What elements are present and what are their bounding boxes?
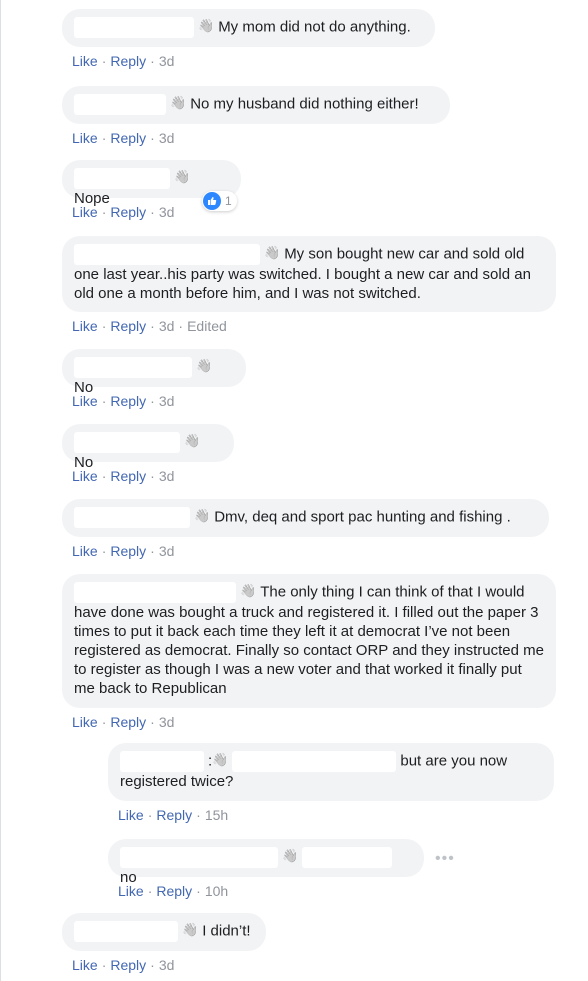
comment-actions: Like · Reply · 3d — [72, 130, 175, 146]
reply-link[interactable]: Reply — [110, 204, 146, 220]
comment-bubble: 👋 No my husband did nothing either! — [62, 86, 450, 124]
timestamp[interactable]: 3d — [159, 714, 175, 730]
timestamp[interactable]: 3d — [159, 53, 175, 69]
timestamp[interactable]: 10h — [205, 883, 228, 899]
comment-actions: Like · Reply · 15h — [118, 807, 229, 823]
timestamp[interactable]: 3d — [159, 318, 175, 334]
redacted-name — [74, 507, 190, 528]
comment: 👋Nope Like · Reply · 3d 1 — [62, 160, 241, 220]
comment-bubble: 👋No — [62, 424, 234, 471]
timestamp[interactable]: 15h — [205, 807, 228, 823]
timestamp[interactable]: 3d — [159, 468, 175, 484]
redacted-name — [74, 17, 194, 38]
reply-link[interactable]: Reply — [110, 318, 146, 334]
reaction-summary[interactable]: 1 — [202, 191, 237, 211]
like-link[interactable]: Like — [118, 807, 144, 823]
redacted-name — [120, 847, 278, 868]
comment: 👋 The only thing I can think of that I wo… — [62, 574, 556, 730]
waving-hand-icon: 👋 — [170, 95, 187, 111]
waving-hand-icon: 👋 — [194, 508, 211, 524]
waving-hand-icon: 👋 — [264, 245, 281, 261]
comment-bubble: 👋 Dmv, deq and sport pac hunting and fish… — [62, 499, 549, 537]
waving-hand-icon: 👋 — [196, 358, 213, 374]
comment-text: I didn’t! — [202, 922, 251, 940]
reply-comment: 👋no Like · Reply · 10h — [108, 839, 424, 899]
reply-link[interactable]: Reply — [110, 714, 146, 730]
like-link[interactable]: Like — [72, 204, 98, 220]
redacted-mention — [302, 847, 393, 868]
reply-link[interactable]: Reply — [156, 883, 192, 899]
comment-bubble: 👋 My mom did not do anything. — [62, 9, 435, 47]
comment: 👋No Like · Reply · 3d — [62, 349, 246, 409]
waving-hand-icon: 👋 — [212, 752, 229, 768]
comment: 👋 I didn’t! Like · Reply · 3d — [62, 913, 266, 973]
reply-comment: :👋 but are you now registered twice? Like… — [108, 743, 554, 823]
comment-text: No my husband did nothing either! — [190, 95, 419, 113]
comment-bubble: 👋 I didn’t! — [62, 913, 266, 951]
comment: 👋 Dmv, deq and sport pac hunting and fish… — [62, 499, 549, 559]
like-link[interactable]: Like — [72, 130, 98, 146]
edited-label[interactable]: Edited — [187, 318, 227, 334]
comment-bubble: :👋 but are you now registered twice? — [108, 743, 554, 801]
comment-actions: Like · Reply · 3d — [72, 53, 175, 69]
timestamp[interactable]: 3d — [159, 393, 175, 409]
like-link[interactable]: Like — [118, 883, 144, 899]
reply-link[interactable]: Reply — [110, 393, 146, 409]
reply-link[interactable]: Reply — [110, 130, 146, 146]
comment: 👋 My mom did not do anything. Like · Reply ·… — [62, 9, 435, 69]
comment-bubble: 👋 My son bought new car and sold old one … — [62, 236, 556, 312]
waving-hand-icon: 👋 — [198, 18, 215, 34]
comment-actions: Like · Reply · 3d · Edited — [72, 318, 227, 334]
redacted-name — [74, 921, 178, 942]
left-divider — [0, 0, 1, 981]
comment: 👋No Like · Reply · 3d — [62, 424, 234, 484]
more-options-icon[interactable]: ••• — [435, 850, 455, 868]
reply-link[interactable]: Reply — [110, 468, 146, 484]
timestamp[interactable]: 3d — [159, 543, 175, 559]
redacted-name — [120, 751, 204, 772]
timestamp[interactable]: 3d — [159, 204, 175, 220]
like-link[interactable]: Like — [72, 468, 98, 484]
waving-hand-icon: 👋 — [184, 433, 201, 449]
waving-hand-icon: 👋 — [174, 169, 191, 185]
reaction-count: 1 — [225, 194, 232, 208]
comment-text: Dmv, deq and sport pac hunting and fishi… — [214, 508, 511, 526]
timestamp[interactable]: 3d — [159, 957, 175, 973]
waving-hand-icon: 👋 — [182, 922, 199, 938]
comment-bubble: 👋 The only thing I can think of that I wo… — [62, 574, 556, 708]
like-link[interactable]: Like — [72, 957, 98, 973]
comment-bubble: 👋No — [62, 349, 246, 396]
like-link[interactable]: Like — [72, 318, 98, 334]
redacted-name — [74, 357, 192, 378]
comment-actions: Like · Reply · 3d — [72, 468, 175, 484]
redacted-name — [74, 582, 236, 603]
comment-bubble: 👋no — [108, 839, 424, 886]
redacted-name — [74, 244, 260, 265]
redacted-name — [74, 432, 180, 453]
waving-hand-icon: 👋 — [282, 848, 299, 864]
thumbs-up-icon — [203, 192, 221, 210]
comment-actions: Like · Reply · 3d — [72, 957, 175, 973]
comment-text: My mom did not do anything. — [218, 18, 411, 36]
comment: 👋 No my husband did nothing either! Like ·… — [62, 86, 450, 146]
like-link[interactable]: Like — [72, 393, 98, 409]
redacted-name — [74, 94, 166, 115]
reply-link[interactable]: Reply — [110, 543, 146, 559]
redacted-name — [74, 168, 170, 189]
comment-actions: Like · Reply · 3d — [72, 393, 175, 409]
like-link[interactable]: Like — [72, 53, 98, 69]
reply-link[interactable]: Reply — [110, 53, 146, 69]
reply-link[interactable]: Reply — [110, 957, 146, 973]
waving-hand-icon: 👋 — [240, 583, 257, 599]
comment: 👋 My son bought new car and sold old one … — [62, 236, 556, 334]
comment-actions: Like · Reply · 3d — [72, 543, 175, 559]
like-link[interactable]: Like — [72, 714, 98, 730]
reply-link[interactable]: Reply — [156, 807, 192, 823]
redacted-mention — [232, 751, 397, 772]
like-link[interactable]: Like — [72, 543, 98, 559]
comment-actions: Like · Reply · 3d — [72, 714, 175, 730]
comment-actions: Like · Reply · 10h — [118, 883, 229, 899]
timestamp[interactable]: 3d — [159, 130, 175, 146]
